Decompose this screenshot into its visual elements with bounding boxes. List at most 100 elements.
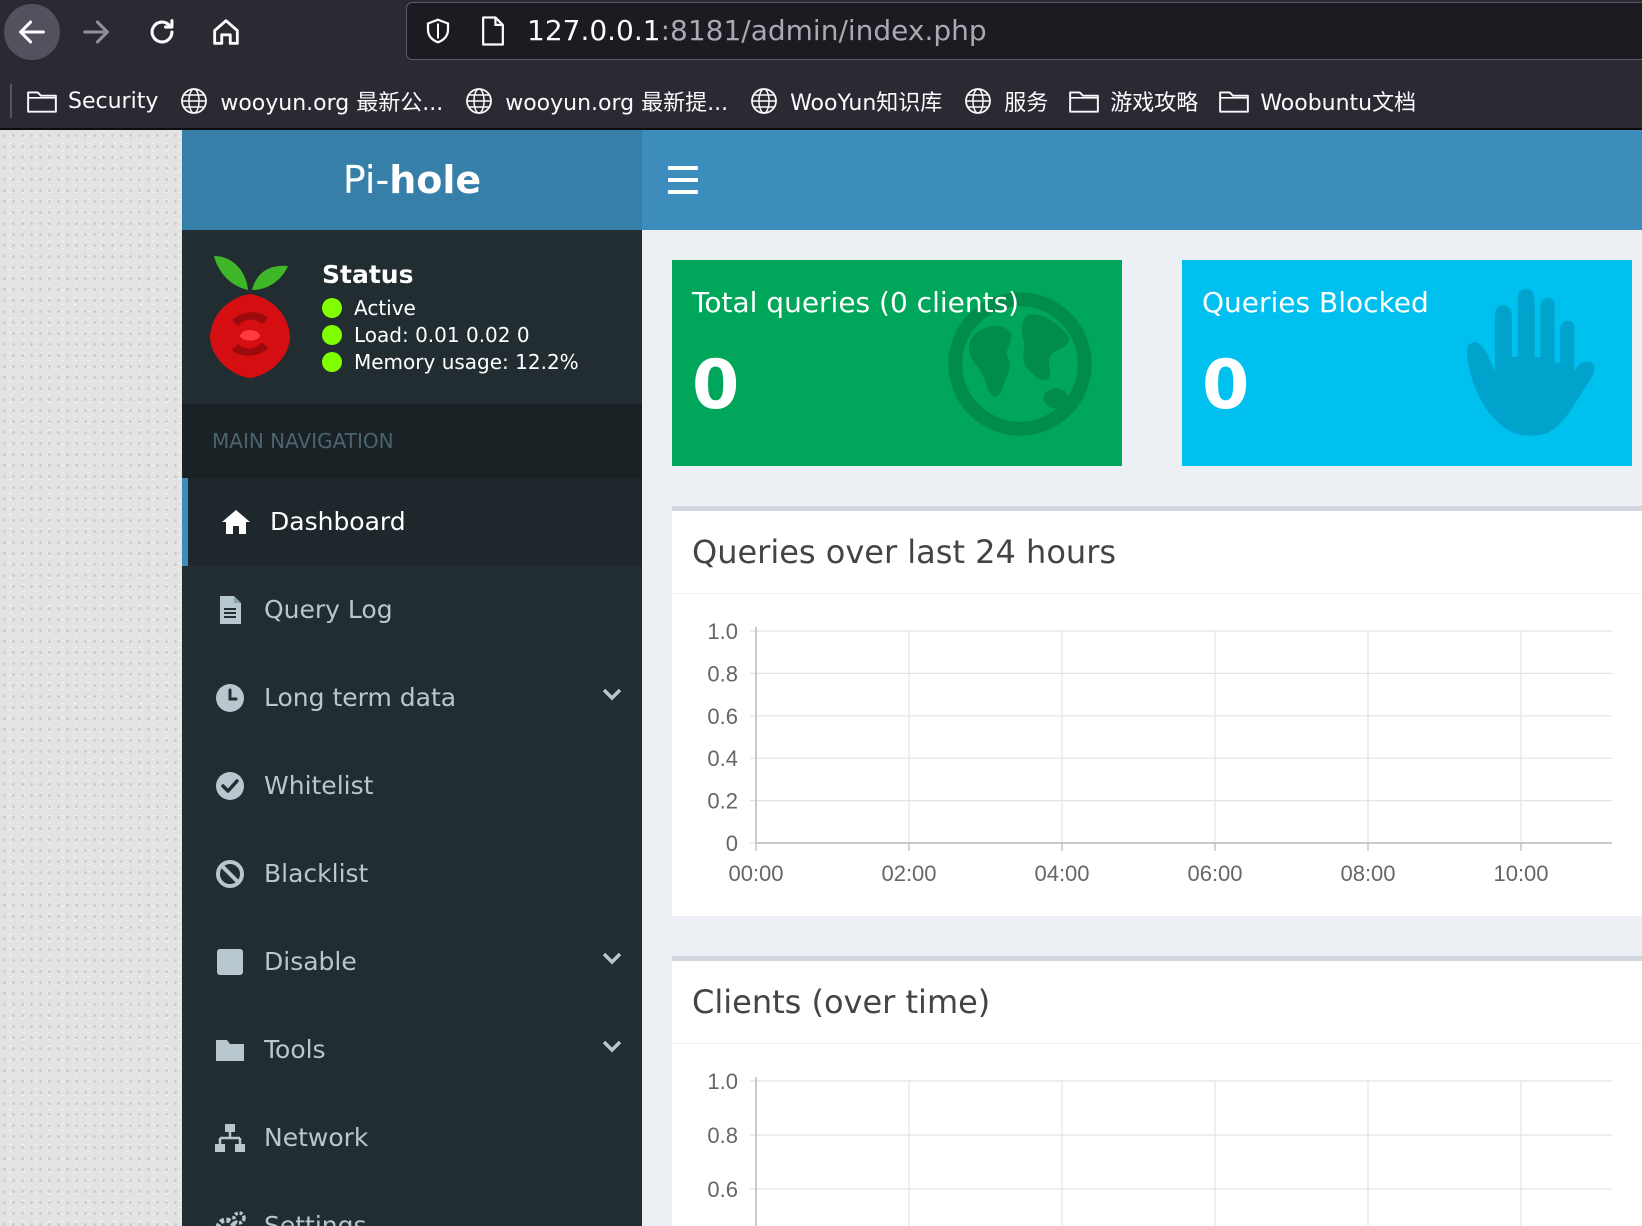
queries-chart-panel: Queries over last 24 hours 1.0 0.8 0.6 0.4 0… [672,506,1642,916]
nav-header: MAIN NAVIGATION [182,404,642,478]
sidebar-item-whitelist[interactable]: Whitelist [182,742,642,830]
page-icon[interactable] [479,15,507,47]
chevron-down-icon [602,952,622,965]
panel-divider [672,593,1642,594]
bookmark-services[interactable]: 服务 [952,76,1058,126]
hamburger-icon [668,178,698,182]
hand-icon [1466,288,1595,436]
forward-button[interactable] [68,4,124,60]
status-panel: Status Active Load: 0.01 0.02 0 Memory u… [182,230,642,404]
sidebar-item-settings[interactable]: Settings [182,1182,642,1226]
bookmark-woobuntu-docs[interactable]: Woobuntu文档 [1208,76,1426,126]
home-button[interactable] [198,4,254,60]
y-tick-label: 0.6 [707,704,738,729]
bookmarks-separator [10,84,12,118]
x-tick-label: 04:00 [1034,861,1089,886]
sidebar-item-disable[interactable]: Disable [182,918,642,1006]
x-tick-label: 00:00 [728,861,783,886]
clock-icon [216,684,244,712]
home-icon [222,510,250,534]
shield-icon[interactable] [423,16,453,46]
logo-bar[interactable]: Pi-hole [182,130,642,230]
bookmark-label: Woobuntu文档 [1260,91,1417,116]
sidebar-item-tools[interactable]: Tools [182,1006,642,1094]
status-active-text: Active [354,296,416,320]
sidebar-item-label: Query Log [264,595,393,624]
clients-chart-panel: Clients (over time) 1.0 0.8 0.6 [672,956,1642,1226]
x-tick-label: 06:00 [1187,861,1242,886]
folder-icon [216,1040,244,1061]
folder-icon [27,91,57,113]
globe-icon [751,88,777,114]
status-dot-icon [322,352,342,372]
globe-icon [466,88,493,114]
bookmark-label: WooYun知识库 [790,91,943,116]
main-content: Total queries (0 clients) 0 Queries Bloc… [642,230,1642,1226]
sidebar-item-long-term-data[interactable]: Long term data [182,654,642,742]
bookmark-wooyun-1[interactable]: wooyun.org 最新公... [168,76,453,126]
bookmark-label: 游戏攻略 [1110,91,1199,116]
sidebar-item-label: Network [264,1123,369,1152]
bookmark-security[interactable]: Security [16,76,168,126]
clients-chart[interactable]: 1.0 0.8 0.6 [672,1051,1612,1226]
y-tick-label: 0.8 [707,1123,738,1148]
hamburger-icon [668,190,698,194]
y-tick-label: 0 [726,831,738,856]
stop-icon [217,949,243,975]
gears-icon [215,1211,246,1226]
url-path: :8181/admin/index.php [660,14,987,47]
ban-icon [216,860,244,888]
page-background [0,130,182,1226]
folder-icon [1069,91,1100,113]
back-button[interactable] [4,4,60,60]
bookmark-wooyun-kb[interactable]: WooYun知识库 [738,76,952,126]
bookmark-wooyun-2[interactable]: wooyun.org 最新提... [453,76,738,126]
sidebar-item-dashboard[interactable]: Dashboard [182,478,642,566]
app-logo[interactable]: Pi-hole [343,158,481,202]
panel-title: Clients (over time) [692,983,991,1021]
check-circle-icon [216,772,244,800]
sidebar-item-label: Settings [264,1211,367,1226]
bookmark-label: wooyun.org 最新公... [220,91,444,116]
file-icon [220,596,241,624]
stat-label: Queries Blocked [1202,286,1429,319]
chevron-down-icon [602,1040,622,1053]
sidebar-item-blacklist[interactable]: Blacklist [182,830,642,918]
status-dot-icon [322,325,342,345]
status-load-text: Load: 0.01 0.02 0 [354,323,530,347]
sidebar-toggle-button[interactable] [668,166,698,194]
top-navbar [642,130,1642,230]
reload-button[interactable] [134,4,190,60]
sidebar-item-network[interactable]: Network [182,1094,642,1182]
panel-divider [672,1043,1642,1044]
sidebar-item-query-log[interactable]: Query Log [182,566,642,654]
browser-chrome: 127.0.0.1:8181/admin/index.php Security … [0,0,1642,130]
url-host: 127.0.0.1 [527,14,661,47]
sidebar-item-label: Dashboard [270,507,406,536]
queries-chart[interactable]: 1.0 0.8 0.6 0.4 0.2 0 00:00 02:00 04:00 06:00 08:0… [672,601,1612,911]
chevron-down-icon [602,688,622,701]
y-tick-label: 0.2 [707,789,738,814]
panel-title: Queries over last 24 hours [692,533,1117,571]
logo-bold: hole [389,158,482,202]
bookmark-label: 服务 [1004,91,1049,116]
stat-label: Total queries (0 clients) [692,286,1020,319]
bookmark-game-guides[interactable]: 游戏攻略 [1058,76,1208,126]
stat-box-total-queries: Total queries (0 clients) 0 [672,260,1122,466]
stat-value: 0 [692,346,740,425]
url-text[interactable]: 127.0.0.1:8181/admin/index.php [527,14,987,47]
status-title: Status [322,260,414,289]
arrow-right-icon [83,20,109,44]
sidebar-item-label: Long term data [264,683,457,712]
home-icon [213,19,239,45]
hamburger-icon [668,166,698,170]
bookmark-label: Security [68,88,159,114]
y-tick-label: 1.0 [707,619,738,644]
globe-icon [965,88,992,114]
sidebar-item-label: Tools [264,1035,326,1064]
folder-icon [1219,91,1250,113]
url-bar[interactable]: 127.0.0.1:8181/admin/index.php [406,2,1642,60]
sidebar-item-label: Disable [264,947,357,976]
stat-value: 0 [1202,346,1250,425]
network-icon [215,1124,245,1152]
